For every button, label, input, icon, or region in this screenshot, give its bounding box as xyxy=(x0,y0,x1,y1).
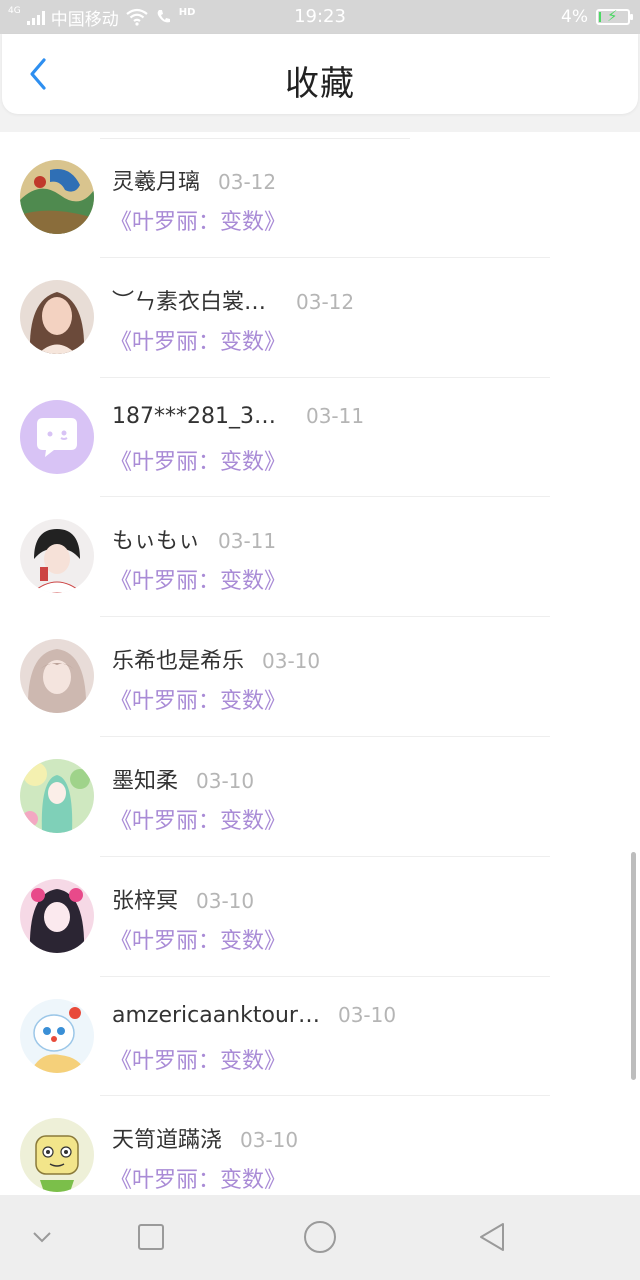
favorite-date: 03-10 xyxy=(262,649,321,674)
scrollbar[interactable] xyxy=(631,852,636,1080)
avatar[interactable] xyxy=(20,639,94,714)
username: 187***281_3… xyxy=(112,403,276,429)
favorite-date: 03-10 xyxy=(240,1128,299,1153)
avatar[interactable] xyxy=(20,1118,94,1193)
avatar[interactable] xyxy=(20,878,94,953)
username: 天笥道蹣浇 xyxy=(112,1128,223,1154)
list-item[interactable]: 乐希也是希乐 03-10 《叶罗丽：变数》 xyxy=(0,617,640,737)
circle-icon xyxy=(304,1221,336,1253)
battery-icon: ⚡ xyxy=(596,7,633,25)
avatar[interactable] xyxy=(20,758,94,833)
username: ︶ㄣ素衣白裳… xyxy=(112,289,267,315)
username: 灵羲月璃 xyxy=(112,170,201,195)
favorite-date: 03-12 xyxy=(296,289,355,314)
battery-text: 4% xyxy=(561,7,588,27)
nav-collapse-button[interactable] xyxy=(18,1213,66,1261)
triangle-back-icon xyxy=(480,1223,504,1251)
chat-bubble-icon xyxy=(37,417,77,457)
list-item[interactable]: 墨知柔 03-10 《叶罗丽：变数》 xyxy=(0,737,640,857)
work-title-link[interactable]: 《叶罗丽：变数》 xyxy=(110,683,286,715)
favorite-date: 03-12 xyxy=(218,170,277,194)
work-title-link[interactable]: 《叶罗丽：变数》 xyxy=(110,563,286,595)
favorites-list: 灵羲月璃 03-12 《叶罗丽：变数》 ︶ㄣ素衣白裳… 03-12 《叶罗丽：变… xyxy=(0,138,640,1216)
work-title-link[interactable]: 《叶罗丽：变数》 xyxy=(110,204,286,236)
header-area: 收藏 xyxy=(0,34,640,132)
nav-back-button[interactable] xyxy=(468,1213,516,1261)
work-title-link[interactable]: 《叶罗丽：变数》 xyxy=(110,324,286,356)
list-item[interactable]: もぃもぃ 03-11 《叶罗丽：变数》 xyxy=(0,497,640,618)
avatar[interactable] xyxy=(20,519,94,594)
work-title-link[interactable]: 《叶罗丽：变数》 xyxy=(110,803,286,835)
list-item[interactable]: amzericaanktour… 03-10 《叶罗丽：变数》 xyxy=(0,977,640,1097)
favorite-date: 03-10 xyxy=(196,768,255,793)
work-title-link[interactable]: 《叶罗丽：变数》 xyxy=(110,1043,286,1075)
header-bar: 收藏 xyxy=(2,34,638,114)
avatar[interactable] xyxy=(20,279,94,354)
favorite-date: 03-10 xyxy=(196,888,255,913)
list-item[interactable]: 灵羲月璃 03-12 《叶罗丽：变数》 xyxy=(0,138,640,258)
status-time: 19:23 xyxy=(294,6,346,27)
username: amzericaanktour… xyxy=(112,1002,320,1028)
status-bar: 4G 中国移动 HD 19:23 4% ⚡ xyxy=(0,0,640,34)
list-item[interactable]: 张梓冥 03-10 《叶罗丽：变数》 xyxy=(0,857,640,977)
nav-home-button[interactable] xyxy=(296,1213,344,1261)
battery-fill xyxy=(599,12,601,22)
page-title: 收藏 xyxy=(285,64,355,104)
system-nav-bar xyxy=(0,1195,640,1280)
work-title-link[interactable]: 《叶罗丽：变数》 xyxy=(110,923,286,955)
favorite-date: 03-11 xyxy=(218,529,277,554)
chevron-down-icon xyxy=(33,1232,51,1243)
username: もぃもぃ xyxy=(112,529,201,555)
favorite-date: 03-10 xyxy=(337,1002,397,1027)
square-icon xyxy=(138,1224,164,1250)
charging-icon: ⚡ xyxy=(607,7,618,25)
nav-recent-button[interactable] xyxy=(127,1213,175,1261)
work-title-link[interactable]: 《叶罗丽：变数》 xyxy=(110,444,286,476)
work-title-link[interactable]: 《叶罗丽：变数》 xyxy=(110,1162,286,1194)
username: 墨知柔 xyxy=(112,768,179,794)
avatar[interactable] xyxy=(20,160,94,234)
list-item[interactable]: ︶ㄣ素衣白裳… 03-12 《叶罗丽：变数》 xyxy=(0,258,640,378)
list-item[interactable]: 187***281_3… 03-11 《叶罗丽：变数》 xyxy=(0,378,640,498)
username: 乐希也是希乐 xyxy=(112,649,245,675)
default-avatar[interactable] xyxy=(20,399,94,474)
avatar[interactable] xyxy=(20,998,94,1073)
username: 张梓冥 xyxy=(112,888,179,914)
favorite-date: 03-11 xyxy=(305,403,365,428)
